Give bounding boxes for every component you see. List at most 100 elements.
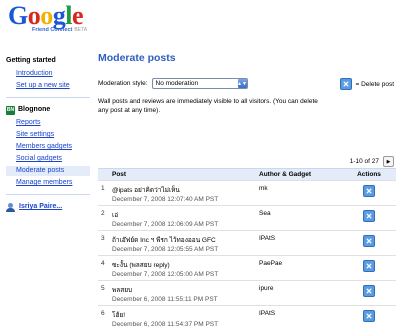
delete-legend: = Delete post (340, 78, 394, 90)
post-author: IPAtS (256, 306, 339, 330)
sidebar-item-moderate-posts[interactable]: Moderate posts (6, 166, 90, 176)
post-cell: ถ้าเอ๊ฟย์ด Inc ฯ พีรก ไว้ทองออน GFCDecem… (109, 231, 256, 256)
sidebar-heading-getting-started: Getting started (6, 56, 90, 66)
column-header-actions: Actions (339, 169, 396, 181)
post-author: ipure (256, 281, 339, 306)
table-header-row: Post Author & Gadget Actions (98, 169, 396, 181)
delete-post-button[interactable] (363, 310, 375, 322)
sidebar-item-site-settings[interactable]: Site settings (6, 130, 90, 140)
blognone-site-icon: BN (6, 106, 15, 115)
post-number: 1 (98, 181, 109, 206)
sidebar-item-reports[interactable]: Reports (6, 118, 90, 128)
sidebar-item-introduction[interactable]: Introduction (6, 69, 90, 79)
posts-table: Post Author & Gadget Actions 1@ipats อย่… (98, 168, 396, 330)
post-text: โฮ้ย! (112, 310, 256, 320)
delete-legend-text: = Delete post (356, 81, 394, 88)
delete-post-button[interactable] (363, 185, 375, 197)
logo-letter: g (53, 4, 66, 28)
post-author: PaePae (256, 256, 339, 281)
next-page-button[interactable]: ▶ (383, 156, 394, 167)
close-icon (366, 288, 372, 294)
post-number: 2 (98, 206, 109, 231)
main-content: Moderate posts Moderation style: No mode… (98, 52, 396, 115)
column-header-author: Author & Gadget (256, 169, 339, 181)
post-text: @ipats อย่าคิดว่าไม่เห็น (112, 185, 256, 195)
delete-post-button[interactable] (363, 285, 375, 297)
moderation-style-select[interactable]: No moderation ▲▼ (152, 78, 248, 89)
post-cell: โฮ้ย!December 6, 2008 11:54:37 PM PST (109, 306, 256, 330)
dropdown-arrow-icon: ▲▼ (238, 79, 247, 88)
post-text: ซะงั้น (พลสยบ reply) (112, 260, 256, 270)
post-date: December 6, 2008 11:54:37 PM PST (112, 321, 256, 328)
logo-letter: o (28, 4, 41, 28)
logo-letter: o (40, 4, 53, 28)
google-friend-connect-logo: Google Friend ConnectBETA (8, 4, 88, 36)
post-author: Sea (256, 206, 339, 231)
table-row: 1@ipats อย่าคิดว่าไม่เห็นDecember 7, 200… (98, 181, 396, 206)
moderation-description: Wall posts and reviews are immediately v… (98, 97, 318, 115)
close-icon (366, 313, 372, 319)
delete-post-button[interactable] (363, 235, 375, 247)
post-cell: @ipats อย่าคิดว่าไม่เห็นDecember 7, 2008… (109, 181, 256, 206)
logo-subtitle: Friend ConnectBETA (32, 27, 87, 33)
sidebar-item-members-gadgets[interactable]: Members gadgets (6, 142, 90, 152)
page-title: Moderate posts (98, 52, 396, 64)
moderation-style-label: Moderation style: (98, 80, 148, 87)
table-row: 4ซะงั้น (พลสยบ reply)December 7, 2008 12… (98, 256, 396, 281)
actions-cell (339, 256, 396, 281)
post-cell: พลสยบDecember 6, 2008 11:55:11 PM PST (109, 281, 256, 306)
actions-cell (339, 231, 396, 256)
close-icon (366, 263, 372, 269)
sidebar-divider (6, 97, 90, 98)
post-date: December 7, 2008 12:07:40 AM PST (112, 196, 256, 203)
site-header: BN Blognone (6, 105, 90, 115)
table-row: 6โฮ้ย!December 6, 2008 11:54:37 PM PSTIP… (98, 306, 396, 330)
column-header-post: Post (109, 169, 256, 181)
actions-cell (339, 181, 396, 206)
post-date: December 7, 2008 12:06:09 AM PST (112, 221, 256, 228)
delete-post-button[interactable] (363, 210, 375, 222)
post-author: mk (256, 181, 339, 206)
sidebar-item-manage-members[interactable]: Manage members (6, 178, 90, 188)
post-number: 3 (98, 231, 109, 256)
post-cell: เอ่December 7, 2008 12:06:09 AM PST (109, 206, 256, 231)
post-number: 4 (98, 256, 109, 281)
post-text: ถ้าเอ๊ฟย์ด Inc ฯ พีรก ไว้ทองออน GFC (112, 235, 256, 245)
table-row: 3ถ้าเอ๊ฟย์ด Inc ฯ พีรก ไว้ทองออน GFCDece… (98, 231, 396, 256)
table-row: 2เอ่December 7, 2008 12:06:09 AM PSTSea (98, 206, 396, 231)
google-wordmark: Google (8, 4, 88, 28)
post-number: 5 (98, 281, 109, 306)
sidebar: Getting started Introduction Set up a ne… (6, 56, 90, 212)
user-account: Isriya Paire... (6, 202, 90, 212)
logo-letter: G (8, 4, 28, 28)
delete-icon (340, 78, 352, 90)
close-icon (366, 213, 372, 219)
post-text: พลสยบ (112, 285, 256, 295)
post-text: เอ่ (112, 210, 256, 220)
beta-badge: BETA (74, 27, 87, 33)
post-number: 6 (98, 306, 109, 330)
close-icon (366, 238, 372, 244)
post-date: December 6, 2008 11:55:11 PM PST (112, 296, 256, 303)
actions-cell (339, 206, 396, 231)
actions-cell (339, 281, 396, 306)
pagination-count: 1-10 of 27 (350, 158, 379, 165)
column-header-number (98, 169, 109, 181)
logo-letter: e (72, 4, 83, 28)
sidebar-item-setup-new-site[interactable]: Set up a new site (6, 81, 90, 91)
post-date: December 7, 2008 12:05:00 AM PST (112, 271, 256, 278)
logo-letter: l (65, 4, 72, 28)
table-row: 5พลสยบDecember 6, 2008 11:55:11 PM PSTip… (98, 281, 396, 306)
pagination: 1-10 of 27 ▶ (350, 156, 394, 167)
post-date: December 7, 2008 12:05:55 AM PST (112, 246, 256, 253)
post-author: IPAtS (256, 231, 339, 256)
sidebar-divider (6, 194, 90, 195)
user-name-link[interactable]: Isriya Paire... (19, 202, 62, 212)
moderation-style-value: No moderation (156, 80, 199, 87)
site-name: Blognone (18, 105, 50, 115)
user-icon (6, 203, 15, 212)
actions-cell (339, 306, 396, 330)
sidebar-item-social-gadgets[interactable]: Social gadgets (6, 154, 90, 164)
post-cell: ซะงั้น (พลสยบ reply)December 7, 2008 12:… (109, 256, 256, 281)
delete-post-button[interactable] (363, 260, 375, 272)
